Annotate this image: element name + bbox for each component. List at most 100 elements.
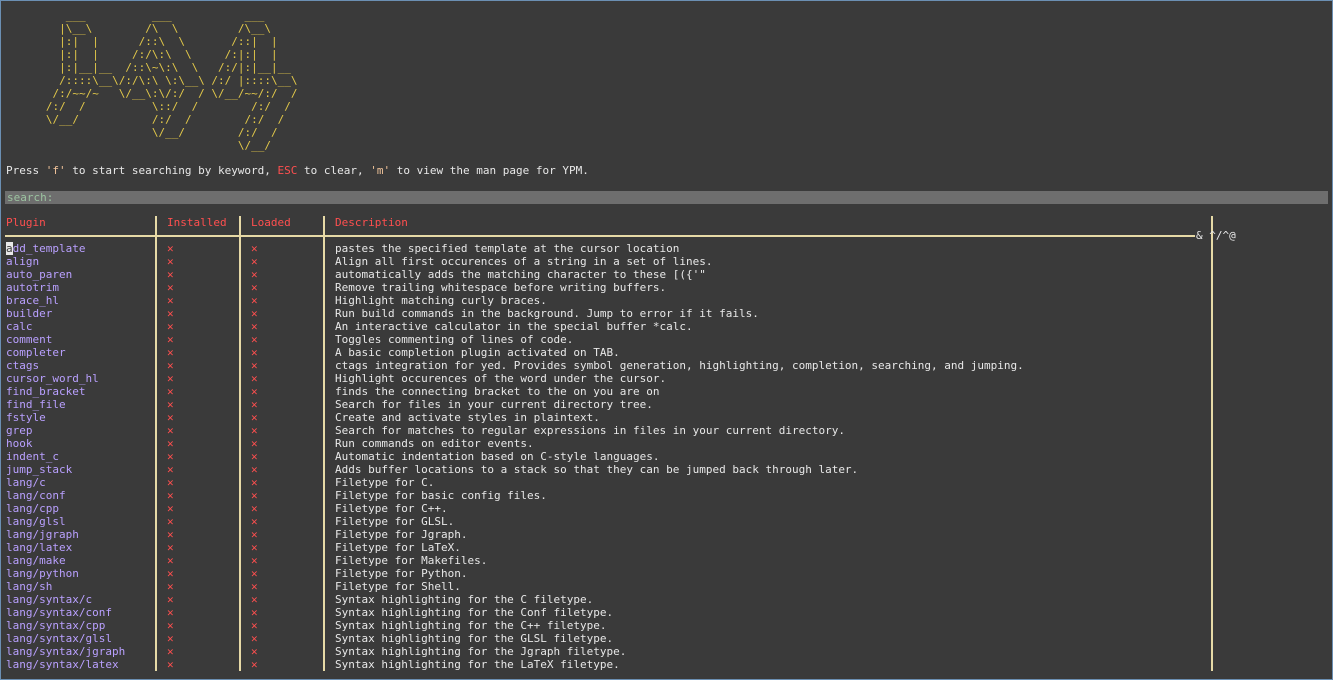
loaded-status: ✕ <box>251 658 258 671</box>
plugin-description: Create and activate styles in plaintext. <box>335 411 600 424</box>
plugin-description: Run commands on editor events. <box>335 437 534 450</box>
plugin-row[interactable]: align ✕ ✕ Align all first occurences of a s… <box>1 255 1201 268</box>
loaded-status: ✕ <box>251 606 258 619</box>
loaded-status: ✕ <box>251 268 258 281</box>
plugin-row[interactable]: fstyle ✕ ✕ Create and activate styles in pl… <box>1 411 1201 424</box>
plugin-name: lang/syntax/c <box>6 593 93 606</box>
column-header-plugin: Plugin <box>6 216 46 229</box>
plugin-row[interactable]: lang/syntax/cpp ✕ ✕ Syntax highlighting for… <box>1 619 1201 632</box>
plugin-name: comment <box>6 333 53 346</box>
plugin-description: Filetype for C. <box>335 476 435 489</box>
plugin-row[interactable]: indent_c ✕ ✕ Automatic indentation based on… <box>1 450 1201 463</box>
plugin-row[interactable]: add_template ✕ ✕ pastes the specified templ… <box>1 242 1201 255</box>
plugin-description: Filetype for Python. <box>335 567 468 580</box>
search-label: search: <box>7 191 54 204</box>
plugin-description: Filetype for Jgraph. <box>335 528 468 541</box>
help-line: Press 'f' to start searching by keyword,… <box>6 164 589 177</box>
plugin-row[interactable]: ctags ✕ ✕ ctags integration for yed. Provid… <box>1 359 1201 372</box>
search-input[interactable]: search: <box>5 191 1328 204</box>
plugin-row[interactable]: lang/glsl ✕ ✕ Filetype for GLSL. <box>1 515 1201 528</box>
plugin-row[interactable]: auto_paren ✕ ✕ automatically adds the match… <box>1 268 1201 281</box>
installed-status: ✕ <box>167 255 174 268</box>
plugin-row[interactable]: find_bracket ✕ ✕ finds the connecting brack… <box>1 385 1201 398</box>
plugin-row[interactable]: comment ✕ ✕ Toggles commenting of lines of … <box>1 333 1201 346</box>
installed-status: ✕ <box>167 593 174 606</box>
installed-status: ✕ <box>167 346 174 359</box>
plugin-row[interactable]: lang/sh ✕ ✕ Filetype for Shell. <box>1 580 1201 593</box>
plugin-name: lang/syntax/latex <box>6 658 119 671</box>
plugin-row[interactable]: lang/syntax/c ✕ ✕ Syntax highlighting for t… <box>1 593 1201 606</box>
plugin-description: Adds buffer locations to a stack so that… <box>335 463 859 476</box>
loaded-status: ✕ <box>251 398 258 411</box>
plugin-row[interactable]: calc ✕ ✕ An interactive calculator in the s… <box>1 320 1201 333</box>
plugin-row[interactable]: cursor_word_hl ✕ ✕ Highlight occurences of … <box>1 372 1201 385</box>
plugin-description: Search for files in your current directo… <box>335 398 653 411</box>
plugin-description: Syntax highlighting for the Conf filetyp… <box>335 606 614 619</box>
plugin-name: grep <box>6 424 33 437</box>
plugin-name: lang/latex <box>6 541 73 554</box>
installed-status: ✕ <box>167 489 174 502</box>
plugin-name: fstyle <box>6 411 46 424</box>
installed-status: ✕ <box>167 515 174 528</box>
plugin-description: Highlight matching curly braces. <box>335 294 547 307</box>
plugin-row[interactable]: lang/python ✕ ✕ Filetype for Python. <box>1 567 1201 580</box>
help-mid2: to clear, <box>297 164 371 177</box>
plugin-description: Align all first occurences of a string i… <box>335 255 713 268</box>
plugin-row[interactable]: lang/syntax/glsl ✕ ✕ Syntax highlighting fo… <box>1 632 1201 645</box>
installed-status: ✕ <box>167 385 174 398</box>
plugin-row[interactable]: lang/conf ✕ ✕ Filetype for basic config fil… <box>1 489 1201 502</box>
loaded-status: ✕ <box>251 320 258 333</box>
plugin-row[interactable]: lang/syntax/jgraph ✕ ✕ Syntax highlighting … <box>1 645 1201 658</box>
plugin-row[interactable]: brace_hl ✕ ✕ Highlight matching curly brace… <box>1 294 1201 307</box>
loaded-status: ✕ <box>251 424 258 437</box>
plugin-row[interactable]: lang/jgraph ✕ ✕ Filetype for Jgraph. <box>1 528 1201 541</box>
plugin-row[interactable]: lang/syntax/conf ✕ ✕ Syntax highlighting fo… <box>1 606 1201 619</box>
loaded-status: ✕ <box>251 502 258 515</box>
plugin-row[interactable]: builder ✕ ✕ Run build commands in the backg… <box>1 307 1201 320</box>
loaded-status: ✕ <box>251 359 258 372</box>
plugin-row[interactable]: lang/syntax/latex ✕ ✕ Syntax highlighting f… <box>1 658 1201 671</box>
terminal-window: ___ ___ ___ |\__\ /\ \ /\__\ |:| | /::\ … <box>0 0 1333 680</box>
column-header-description: Description <box>335 216 408 229</box>
plugin-name: autotrim <box>6 281 59 294</box>
plugin-name: lang/c <box>6 476 46 489</box>
plugin-description: automatically adds the matching characte… <box>335 268 706 281</box>
plugin-row[interactable]: lang/c ✕ ✕ Filetype for C. <box>1 476 1201 489</box>
loaded-status: ✕ <box>251 619 258 632</box>
plugin-name: lang/glsl <box>6 515 66 528</box>
plugin-row[interactable]: lang/cpp ✕ ✕ Filetype for C++. <box>1 502 1201 515</box>
installed-status: ✕ <box>167 411 174 424</box>
plugin-row[interactable]: autotrim ✕ ✕ Remove trailing whitespace bef… <box>1 281 1201 294</box>
plugin-name: hook <box>6 437 33 450</box>
plugin-name: lang/syntax/cpp <box>6 619 106 632</box>
plugin-row[interactable]: hook ✕ ✕ Run commands on editor events. <box>1 437 1201 450</box>
plugin-name: builder <box>6 307 53 320</box>
plugin-name: lang/conf <box>6 489 66 502</box>
plugin-row[interactable]: lang/make ✕ ✕ Filetype for Makefiles. <box>1 554 1201 567</box>
plugin-row[interactable]: completer ✕ ✕ A basic completion plugin act… <box>1 346 1201 359</box>
plugin-name: lang/syntax/jgraph <box>6 645 126 658</box>
plugin-row[interactable]: lang/latex ✕ ✕ Filetype for LaTeX. <box>1 541 1201 554</box>
loaded-status: ✕ <box>251 411 258 424</box>
ypm-logo: ___ ___ ___ |\__\ /\ \ /\__\ |:| | /::\ … <box>45 9 298 152</box>
plugin-row[interactable]: grep ✕ ✕ Search for matches to regular expr… <box>1 424 1201 437</box>
plugin-description: Filetype for GLSL. <box>335 515 455 528</box>
installed-status: ✕ <box>167 528 174 541</box>
plugin-description: Highlight occurences of the word under t… <box>335 372 667 385</box>
plugin-description: Filetype for basic config files. <box>335 489 547 502</box>
installed-status: ✕ <box>167 580 174 593</box>
plugin-row[interactable]: find_file ✕ ✕ Search for files in your curr… <box>1 398 1201 411</box>
loaded-status: ✕ <box>251 242 258 255</box>
loaded-status: ✕ <box>251 580 258 593</box>
loaded-status: ✕ <box>251 528 258 541</box>
plugin-name: lang/cpp <box>6 502 59 515</box>
installed-status: ✕ <box>167 359 174 372</box>
plugin-name: completer <box>6 346 66 359</box>
installed-status: ✕ <box>167 294 174 307</box>
installed-status: ✕ <box>167 632 174 645</box>
installed-status: ✕ <box>167 242 174 255</box>
plugin-description: Toggles commenting of lines of code. <box>335 333 574 346</box>
header-divider <box>5 235 1195 237</box>
plugin-row[interactable]: jump_stack ✕ ✕ Adds buffer locations to a s… <box>1 463 1201 476</box>
plugin-name: find_bracket <box>6 385 86 398</box>
